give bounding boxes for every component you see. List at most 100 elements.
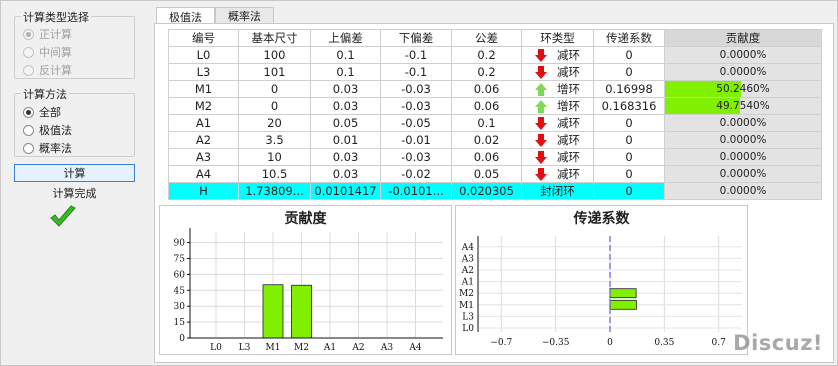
cell-nominal[interactable]: 100 xyxy=(238,46,311,64)
cell-ring-type[interactable]: 封闭环 xyxy=(521,182,594,200)
y-tick-label: 60 xyxy=(174,270,186,280)
tab-probability[interactable]: 概率法 xyxy=(215,7,274,24)
cell-contribution[interactable]: 0.0000% xyxy=(664,114,822,132)
cell-upper[interactable]: 0.03 xyxy=(310,165,381,183)
cell-coefficient[interactable]: 0 xyxy=(593,148,665,166)
table-row[interactable]: A4 10.5 0.03 -0.02 0.05 减环 0 0.0000% xyxy=(168,165,822,183)
cell-contribution[interactable]: 49.7540% xyxy=(664,97,822,115)
cell-lower[interactable]: -0.1 xyxy=(380,63,452,81)
cell-id[interactable]: M1 xyxy=(168,80,239,98)
cell-lower[interactable]: -0.03 xyxy=(380,97,452,115)
cell-ring-type[interactable]: 增环 xyxy=(521,97,594,115)
header-id[interactable]: 编号 xyxy=(168,29,239,47)
cell-nominal[interactable]: 0 xyxy=(238,97,311,115)
cell-lower[interactable]: -0.05 xyxy=(380,114,452,132)
cell-nominal[interactable]: 1.73809... xyxy=(238,182,311,200)
table-row[interactable]: A2 3.5 0.01 -0.01 0.02 减环 0 0.0000% xyxy=(168,131,822,149)
table-row[interactable]: M2 0 0.03 -0.03 0.06 增环 0.168316 49.7540% xyxy=(168,97,822,115)
cell-contribution[interactable]: 0.0000% xyxy=(664,63,822,81)
cell-upper[interactable]: 0.05 xyxy=(310,114,381,132)
cell-lower[interactable]: -0.1 xyxy=(380,46,452,64)
cell-contribution[interactable]: 0.0000% xyxy=(664,131,822,149)
cell-tolerance[interactable]: 0.06 xyxy=(451,80,522,98)
cell-id[interactable]: M2 xyxy=(168,97,239,115)
cell-tolerance[interactable]: 0.06 xyxy=(451,97,522,115)
cell-nominal[interactable]: 101 xyxy=(238,63,311,81)
cell-contribution[interactable]: 0.0000% xyxy=(664,148,822,166)
radio-reverse[interactable]: 反计算 xyxy=(23,62,72,78)
cell-upper[interactable]: 0.0101417 xyxy=(310,182,381,200)
cell-id[interactable]: L3 xyxy=(168,63,239,81)
radio-extreme[interactable]: 极值法 xyxy=(23,122,72,138)
cell-id[interactable]: A1 xyxy=(168,114,239,132)
cell-coefficient[interactable]: 0 xyxy=(593,114,665,132)
cell-coefficient[interactable]: 0.168316 xyxy=(593,97,665,115)
cell-lower[interactable]: -0.01 xyxy=(380,131,452,149)
table-row[interactable]: A1 20 0.05 -0.05 0.1 减环 0 0.0000% xyxy=(168,114,822,132)
radio-middle[interactable]: 中间算 xyxy=(23,44,72,60)
cell-nominal[interactable]: 3.5 xyxy=(238,131,311,149)
cell-upper[interactable]: 0.1 xyxy=(310,46,381,64)
cell-upper[interactable]: 0.03 xyxy=(310,80,381,98)
cell-id[interactable]: L0 xyxy=(168,46,239,64)
header-upper[interactable]: 上偏差 xyxy=(310,29,381,47)
cell-upper[interactable]: 0.01 xyxy=(310,131,381,149)
cell-nominal[interactable]: 0 xyxy=(238,80,311,98)
cell-tolerance[interactable]: 0.2 xyxy=(451,46,522,64)
cell-ring-type[interactable]: 减环 xyxy=(521,114,594,132)
cell-lower[interactable]: -0.03 xyxy=(380,80,452,98)
cell-id[interactable]: A2 xyxy=(168,131,239,149)
cell-contribution[interactable]: 0.0000% xyxy=(664,46,822,64)
cell-nominal[interactable]: 10.5 xyxy=(238,165,311,183)
cell-contribution[interactable]: 0.0000% xyxy=(664,182,822,200)
cell-upper[interactable]: 0.1 xyxy=(310,63,381,81)
radio-forward[interactable]: 正计算 xyxy=(23,26,72,42)
cell-nominal[interactable]: 20 xyxy=(238,114,311,132)
cell-lower[interactable]: -0.0101... xyxy=(380,182,452,200)
cell-coefficient[interactable]: 0 xyxy=(593,165,665,183)
cell-coefficient[interactable]: 0 xyxy=(593,182,665,200)
radio-probability[interactable]: 概率法 xyxy=(23,140,72,156)
cell-tolerance[interactable]: 0.2 xyxy=(451,63,522,81)
table-row[interactable]: L0 100 0.1 -0.1 0.2 减环 0 0.0000% xyxy=(168,46,822,64)
cell-coefficient[interactable]: 0.16998 xyxy=(593,80,665,98)
cell-upper[interactable]: 0.03 xyxy=(310,97,381,115)
cell-id[interactable]: A3 xyxy=(168,148,239,166)
cell-ring-type[interactable]: 增环 xyxy=(521,80,594,98)
cell-ring-type[interactable]: 减环 xyxy=(521,46,594,64)
arrow-down-icon xyxy=(535,48,547,62)
cell-tolerance[interactable]: 0.1 xyxy=(451,114,522,132)
cell-tolerance[interactable]: 0.02 xyxy=(451,131,522,149)
table-row[interactable]: A3 10 0.03 -0.03 0.06 减环 0 0.0000% xyxy=(168,148,822,166)
cell-id[interactable]: H xyxy=(168,182,239,200)
cell-ring-type[interactable]: 减环 xyxy=(521,131,594,149)
table-row[interactable]: L3 101 0.1 -0.1 0.2 减环 0 0.0000% xyxy=(168,63,822,81)
x-tick-label: A4 xyxy=(408,343,421,353)
header-nominal[interactable]: 基本尺寸 xyxy=(238,29,311,47)
cell-nominal[interactable]: 10 xyxy=(238,148,311,166)
cell-ring-type[interactable]: 减环 xyxy=(521,165,594,183)
cell-contribution[interactable]: 0.0000% xyxy=(664,165,822,183)
header-tolerance[interactable]: 公差 xyxy=(451,29,522,47)
cell-upper[interactable]: 0.03 xyxy=(310,148,381,166)
cell-lower[interactable]: -0.03 xyxy=(380,148,452,166)
radio-all[interactable]: 全部 xyxy=(23,104,61,120)
cell-id[interactable]: A4 xyxy=(168,165,239,183)
cell-tolerance[interactable]: 0.020305 xyxy=(451,182,522,200)
cell-coefficient[interactable]: 0 xyxy=(593,63,665,81)
cell-coefficient[interactable]: 0 xyxy=(593,46,665,64)
cell-lower[interactable]: -0.02 xyxy=(380,165,452,183)
header-lower[interactable]: 下偏差 xyxy=(380,29,452,47)
cell-coefficient[interactable]: 0 xyxy=(593,131,665,149)
cell-ring-type[interactable]: 减环 xyxy=(521,148,594,166)
cell-tolerance[interactable]: 0.06 xyxy=(451,148,522,166)
table-row[interactable]: M1 0 0.03 -0.03 0.06 增环 0.16998 50.2460% xyxy=(168,80,822,98)
header-contribution[interactable]: 贡献度 xyxy=(664,29,822,47)
closed-ring-row[interactable]: H 1.73809... 0.0101417 -0.0101... 0.020305 封闭… xyxy=(168,182,822,200)
header-coefficient[interactable]: 传递系数 xyxy=(593,29,665,47)
cell-contribution[interactable]: 50.2460% xyxy=(664,80,822,98)
header-ring-type[interactable]: 环类型 xyxy=(521,29,594,47)
calculate-button[interactable]: 计算 xyxy=(14,164,135,182)
cell-ring-type[interactable]: 减环 xyxy=(521,63,594,81)
cell-tolerance[interactable]: 0.05 xyxy=(451,165,522,183)
